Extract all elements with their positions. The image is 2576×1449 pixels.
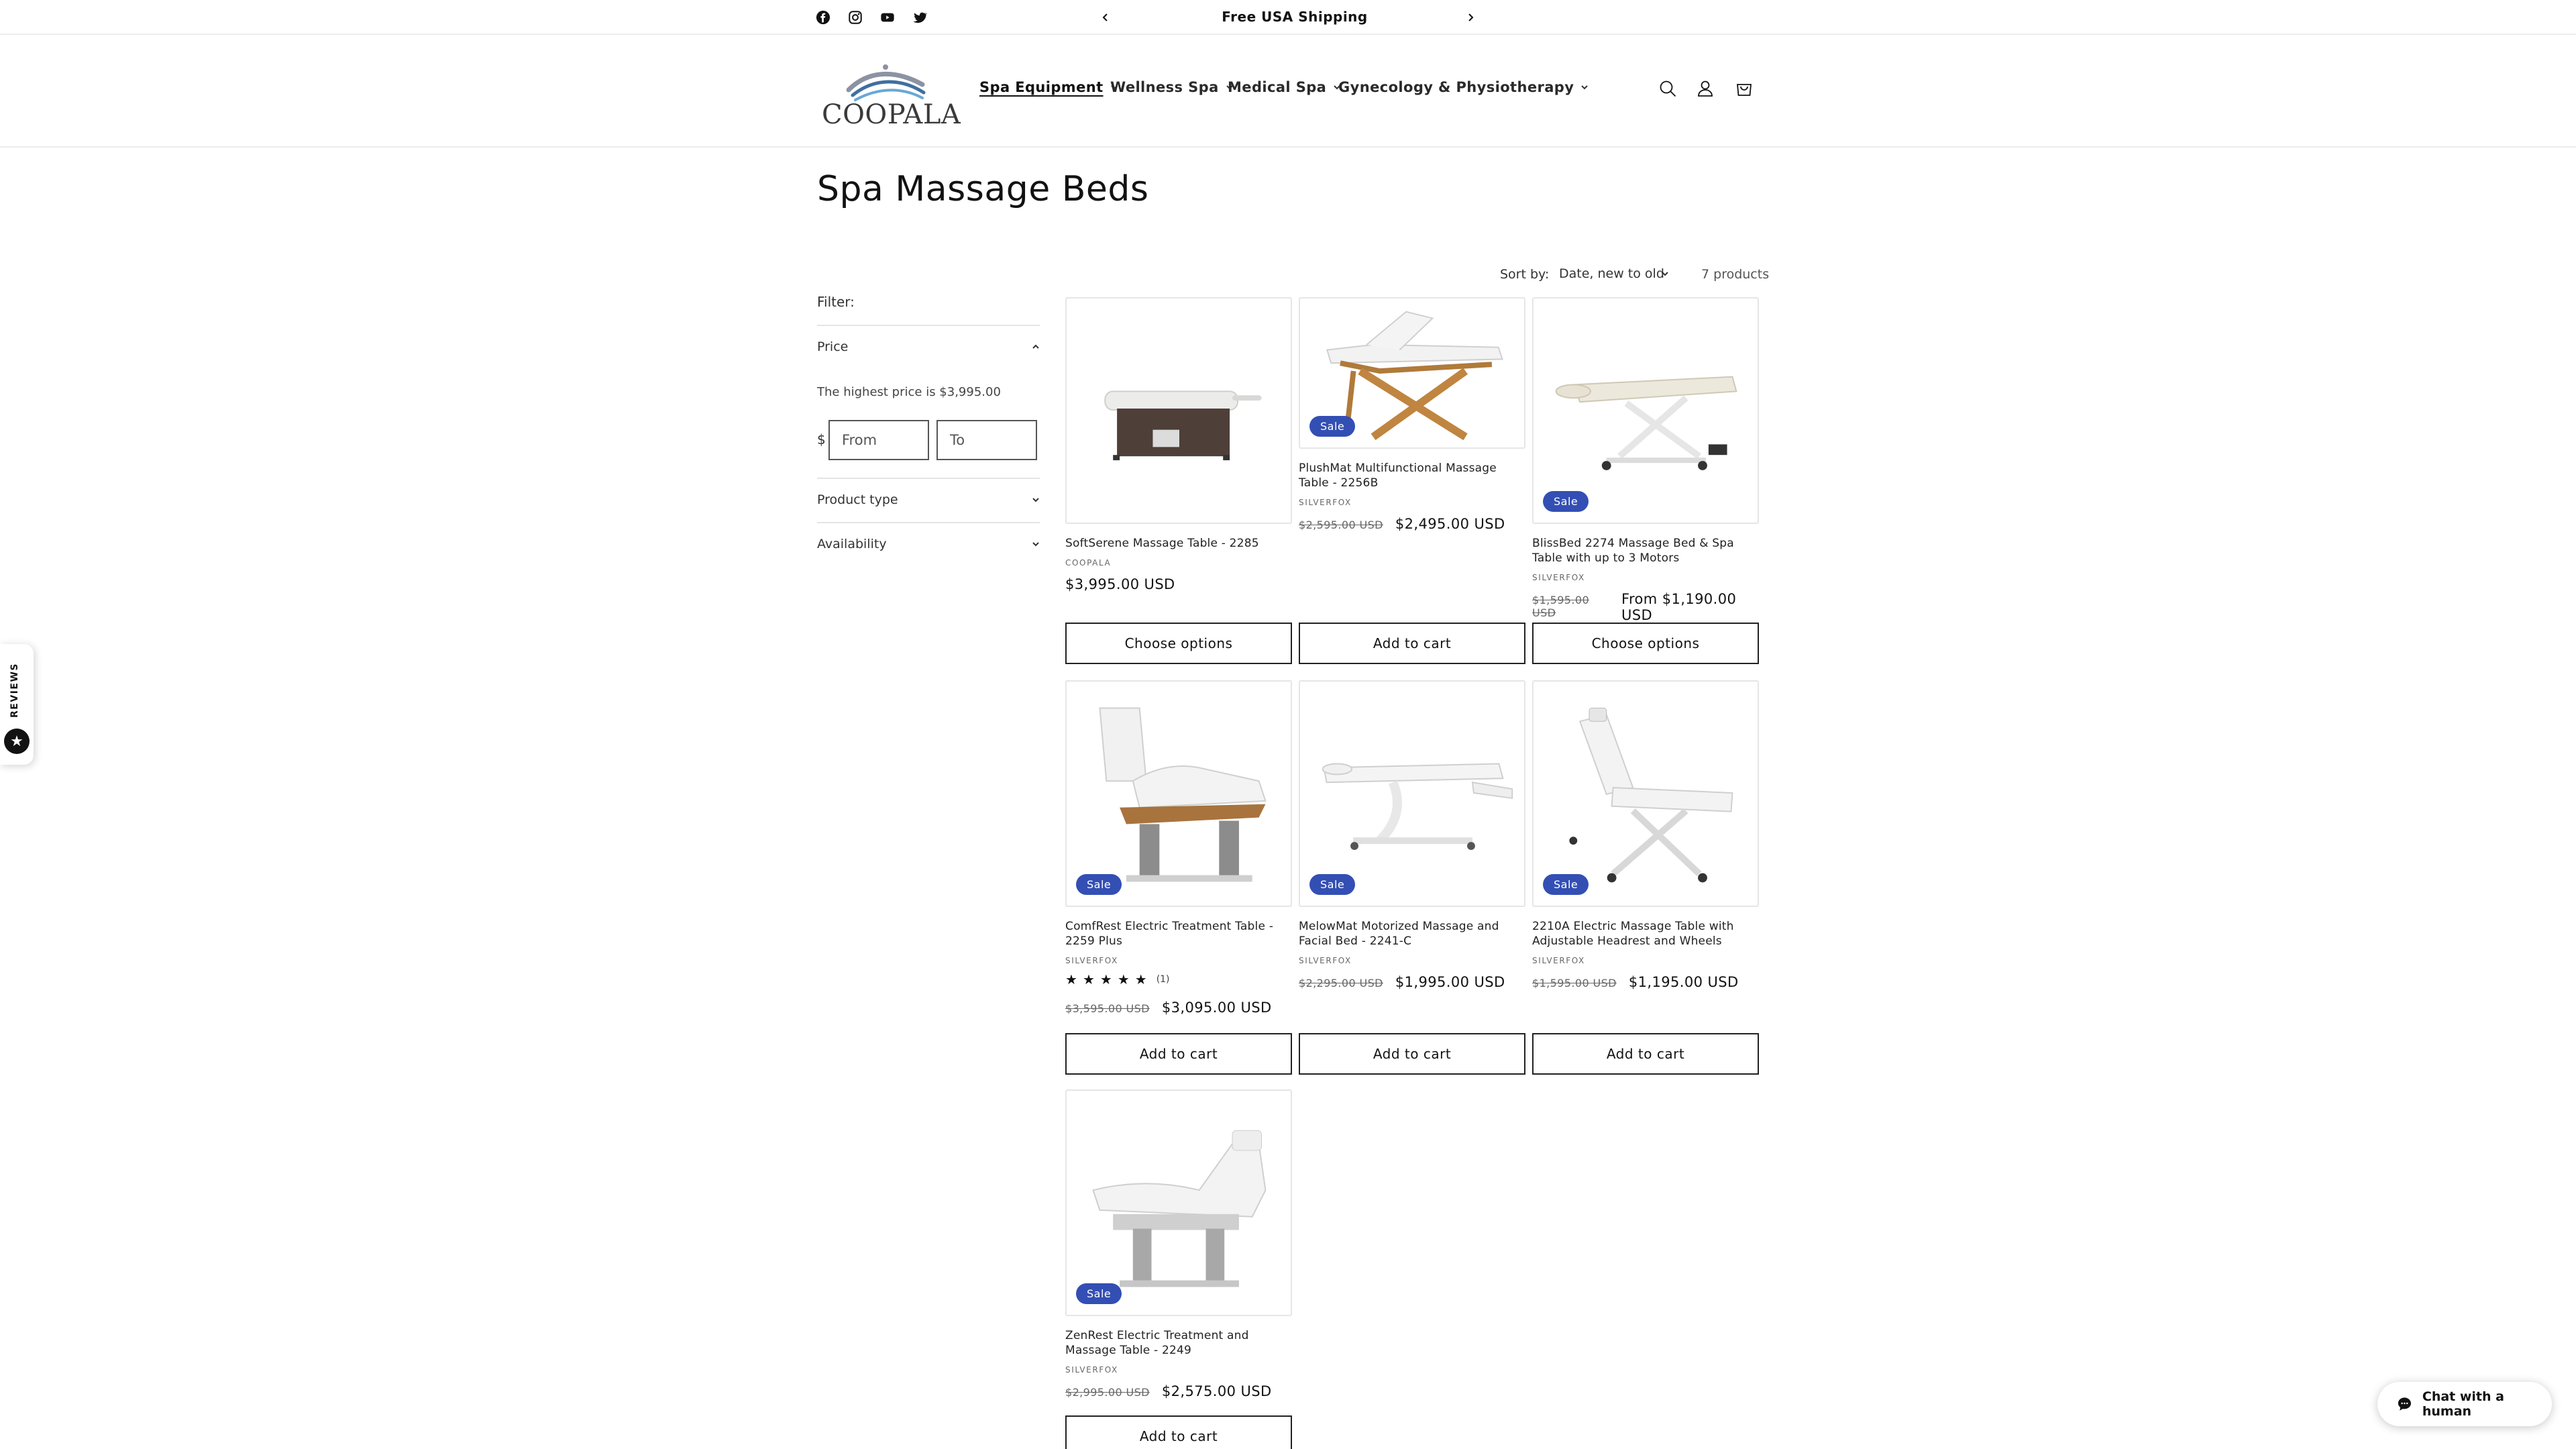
product-price: $2,995.00 USD $2,575.00 USD (1065, 1383, 1272, 1399)
product-vendor: SILVERFOX (1299, 956, 1352, 965)
filter-label: Filter: (817, 294, 855, 310)
add-to-cart-button[interactable]: Add to cart (1065, 1033, 1292, 1075)
sort-label: Sort by: (1500, 267, 1550, 282)
add-to-cart-button[interactable]: Add to cart (1532, 1033, 1759, 1075)
youtube-icon[interactable] (878, 8, 897, 27)
instagram-icon[interactable] (846, 8, 865, 27)
currency-symbol: $ (817, 431, 826, 447)
price-to-input[interactable] (936, 420, 1037, 460)
product-price: $2,295.00 USD $1,995.00 USD (1299, 974, 1505, 990)
filter-availability-toggle[interactable]: Availability (817, 537, 1040, 551)
add-to-cart-button[interactable]: Add to cart (1065, 1415, 1292, 1449)
announcement-next-button[interactable] (1461, 8, 1480, 27)
product-title[interactable]: SoftSerene Massage Table - 2285 (1065, 536, 1292, 551)
filter-price-toggle[interactable]: Price (817, 339, 1040, 354)
star-icon: ★ (1065, 971, 1077, 987)
product-title[interactable]: ZenRest Electric Treatment and Massage T… (1065, 1328, 1292, 1358)
product-vendor: SILVERFOX (1065, 1365, 1118, 1375)
filter-divider (817, 478, 1040, 479)
sale-badge: Sale (1309, 416, 1356, 437)
product-title[interactable]: BlissBed 2274 Massage Bed & Spa Table wi… (1532, 536, 1759, 566)
chat-with-human-button[interactable]: Chat with a human (2377, 1382, 2552, 1426)
reviews-tab[interactable]: REVIEWS ★ (0, 644, 34, 765)
sale-badge: Sale (1543, 491, 1589, 512)
product-price: $1,595.00 USD From $1,190.00 USD (1532, 591, 1737, 623)
announcement-message: Free USA Shipping (1222, 9, 1368, 25)
nav-medical-spa[interactable]: Medical Spa (1228, 79, 1341, 95)
review-count: (1) (1156, 974, 1170, 985)
account-icon[interactable] (1692, 75, 1719, 102)
sale-badge: Sale (1076, 1283, 1122, 1304)
price-from-input[interactable] (828, 420, 929, 460)
add-to-cart-button[interactable]: Add to cart (1299, 623, 1525, 664)
sale-badge: Sale (1309, 874, 1356, 895)
star-icon: ★ (1099, 971, 1112, 987)
product-price: $1,595.00 USD $1,195.00 USD (1532, 974, 1739, 990)
choose-options-button[interactable]: Choose options (1532, 623, 1759, 664)
facebook-icon[interactable] (814, 8, 833, 27)
product-image[interactable]: Sale (1299, 680, 1525, 907)
product-price: $2,595.00 USD $2,495.00 USD (1299, 516, 1505, 532)
product-count: 7 products (1701, 267, 1770, 282)
rating-stars: ★ ★ ★ ★ ★ (1) (1065, 971, 1170, 987)
product-vendor: COOPALA (1065, 558, 1112, 568)
product-vendor: SILVERFOX (1065, 956, 1118, 965)
add-to-cart-button[interactable]: Add to cart (1299, 1033, 1525, 1075)
nav-gynecology-physiotherapy[interactable]: Gynecology & Physiotherapy (1338, 79, 1589, 95)
product-title[interactable]: MelowMat Motorized Massage and Facial Be… (1299, 919, 1525, 949)
product-title[interactable]: 2210A Electric Massage Table with Adjust… (1532, 919, 1759, 949)
product-image[interactable] (1065, 297, 1292, 524)
logo[interactable]: COOPALA (822, 58, 961, 131)
choose-options-button[interactable]: Choose options (1065, 623, 1292, 664)
chevron-down-icon (1032, 498, 1039, 502)
product-vendor: SILVERFOX (1532, 573, 1585, 582)
chevron-down-icon (1662, 272, 1668, 276)
page-title: Spa Massage Beds (817, 169, 1149, 209)
site-header: COOPALA Spa Equipment Wellness Spa Medic… (0, 35, 2576, 148)
product-title[interactable]: PlushMat Multifunctional Massage Table -… (1299, 461, 1525, 490)
logo-text: COOPALA (822, 99, 961, 130)
logo-waves-icon (846, 64, 926, 101)
product-image[interactable]: Sale (1299, 297, 1525, 449)
product-image[interactable]: Sale (1532, 297, 1759, 524)
search-icon[interactable] (1654, 75, 1681, 102)
star-icon: ★ (4, 729, 30, 754)
star-icon: ★ (1082, 971, 1095, 987)
product-image[interactable]: Sale (1065, 680, 1292, 907)
chevron-up-icon (1032, 344, 1039, 349)
chevron-down-icon (1581, 85, 1589, 90)
product-title[interactable]: ComfRest Electric Treatment Table - 2259… (1065, 919, 1292, 949)
chevron-down-icon (1032, 542, 1039, 547)
highest-price-note: The highest price is $3,995.00 (817, 385, 1001, 399)
nav-wellness-spa[interactable]: Wellness Spa (1110, 79, 1234, 95)
twitter-icon[interactable] (910, 8, 929, 27)
sort-select[interactable]: Date, new to old (1552, 260, 1673, 287)
product-image[interactable]: Sale (1065, 1089, 1292, 1316)
filter-divider (817, 325, 1040, 326)
product-vendor: SILVERFOX (1299, 498, 1352, 507)
product-price: $3,995.00 USD (1065, 576, 1175, 592)
announcement-prev-button[interactable] (1096, 8, 1115, 27)
filter-product-type-toggle[interactable]: Product type (817, 492, 1040, 507)
reviews-tab-label: REVIEWS (9, 663, 20, 718)
sale-badge: Sale (1076, 874, 1122, 895)
sale-badge: Sale (1543, 874, 1589, 895)
cart-icon[interactable] (1731, 75, 1758, 102)
announcement-bar: Free USA Shipping (0, 0, 2576, 35)
product-vendor: SILVERFOX (1532, 956, 1585, 965)
star-icon: ★ (1117, 971, 1130, 987)
chat-bubble-icon (2398, 1397, 2412, 1411)
star-icon: ★ (1134, 971, 1147, 987)
filter-divider (817, 522, 1040, 523)
product-price: $3,595.00 USD $3,095.00 USD (1065, 1000, 1272, 1016)
nav-spa-equipment[interactable]: Spa Equipment (979, 79, 1118, 95)
product-image[interactable]: Sale (1532, 680, 1759, 907)
